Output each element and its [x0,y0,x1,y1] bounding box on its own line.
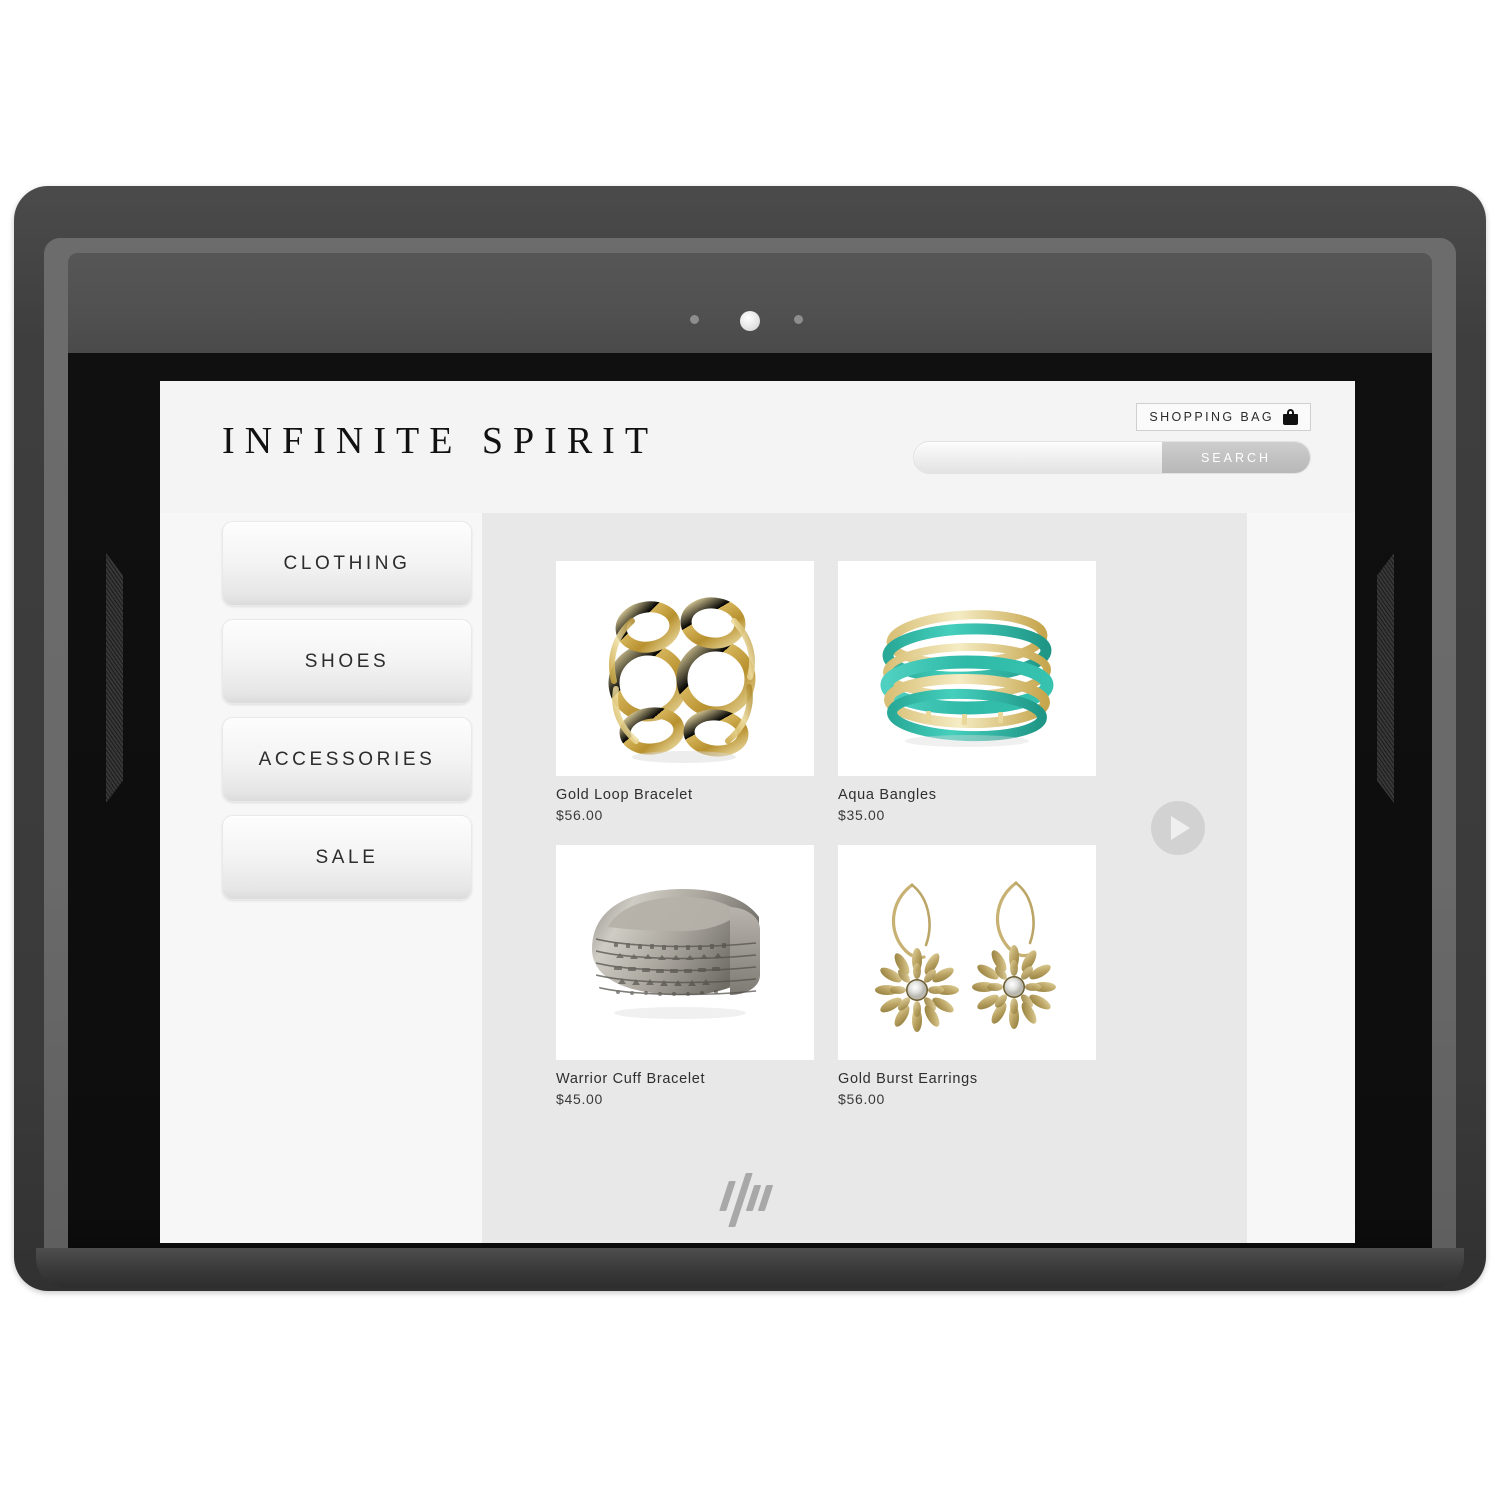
warrior-cuff-bracelet-art [592,889,760,1019]
product-price: $45.00 [556,1091,604,1107]
tablet-screen: INFINITE SPIRIT SHOPPING BAG SEARCH CLOT… [68,253,1432,1255]
product-price: $35.00 [838,807,886,823]
gold-burst-earrings-art [875,881,1056,1032]
product-card[interactable]: Gold Burst Earrings $56.00 [838,845,1096,1107]
product-image-gold-burst-earrings [838,845,1096,1060]
shopping-bag-button[interactable]: SHOPPING BAG [1136,403,1311,431]
hp-logo [716,1173,784,1227]
category-sidebar: CLOTHING SHOES ACCESSORIES SALE [222,521,472,913]
carousel-next-button[interactable] [1151,801,1205,855]
gold-loop-bracelet-art [608,597,756,763]
search-input[interactable] [914,442,1162,473]
sidebar-item-sale[interactable]: SALE [222,815,472,900]
sidebar-item-label: SALE [315,846,379,868]
tablet-bezel: INFINITE SPIRIT SHOPPING BAG SEARCH CLOT… [44,238,1456,1276]
shopping-bag-icon [1283,409,1298,425]
product-price: $56.00 [838,1091,886,1107]
sidebar-item-clothing[interactable]: CLOTHING [222,521,472,606]
brand-logo: INFINITE SPIRIT [222,420,659,462]
product-name: Gold Loop Bracelet [556,787,693,803]
product-name: Gold Burst Earrings [838,1071,978,1087]
device-bottom-edge [36,1248,1464,1288]
shopping-bag-label: SHOPPING BAG [1149,410,1274,424]
product-name: Warrior Cuff Bracelet [556,1071,706,1087]
product-grid: Gold Loop Bracelet $56.00 Aqua Bangles $… [556,561,1096,1107]
sidebar-item-label: ACCESSORIES [258,748,436,770]
site-header: INFINITE SPIRIT SHOPPING BAG SEARCH [160,381,1355,513]
product-card[interactable]: Aqua Bangles $35.00 [838,561,1096,823]
product-image-warrior-cuff-bracelet [556,845,814,1060]
web-page: INFINITE SPIRIT SHOPPING BAG SEARCH CLOT… [160,381,1355,1243]
front-camera-icon [740,311,760,331]
sidebar-item-label: SHOES [304,650,390,672]
search-bar: SEARCH [913,441,1311,474]
product-price: $56.00 [556,807,604,823]
camera-sensor-right-icon [794,315,803,324]
tablet-device: INFINITE SPIRIT SHOPPING BAG SEARCH CLOT… [14,186,1486,1291]
sidebar-item-shoes[interactable]: SHOES [222,619,472,704]
speaker-grille-right [1377,553,1394,803]
product-card[interactable]: Gold Loop Bracelet $56.00 [556,561,814,823]
search-button[interactable]: SEARCH [1162,442,1310,473]
product-card[interactable]: Warrior Cuff Bracelet $45.00 [556,845,814,1107]
camera-sensor-left-icon [690,315,699,324]
product-panel: Gold Loop Bracelet $56.00 Aqua Bangles $… [482,513,1247,1243]
page-body: CLOTHING SHOES ACCESSORIES SALE Gold Loo… [160,513,1355,1243]
sidebar-item-label: CLOTHING [283,552,411,574]
play-triangle-icon [1171,816,1190,840]
sidebar-item-accessories[interactable]: ACCESSORIES [222,717,472,802]
product-image-aqua-bangles [838,561,1096,776]
camera-strip [68,253,1432,353]
product-name: Aqua Bangles [838,787,937,803]
product-image-gold-loop-bracelet [556,561,814,776]
speaker-grille-left [106,553,123,803]
aqua-bangles-art [880,610,1054,747]
